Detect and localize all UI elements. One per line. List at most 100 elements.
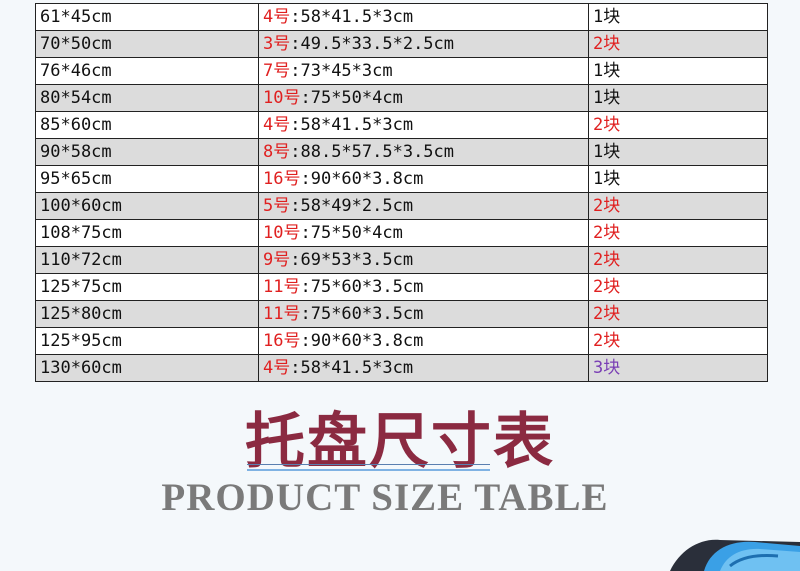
cell-product-size: 125*95cm xyxy=(35,327,259,355)
table-row: 100*60cm 5号:58*49*2.5cm 2块 xyxy=(35,192,768,220)
cell-pallet-spec: 4号:58*41.5*3cm xyxy=(258,354,589,382)
cell-quantity: 2块 xyxy=(588,246,768,274)
cell-quantity: 2块 xyxy=(588,111,768,139)
pallet-dimensions: :75*60*3.5cm xyxy=(300,277,424,297)
quantity-value: 1块 xyxy=(593,7,621,27)
table-row: 61*45cm 4号:58*41.5*3cm 1块 xyxy=(35,3,768,31)
cell-pallet-spec: 11号:75*60*3.5cm xyxy=(258,300,589,328)
pallet-number: 3号 xyxy=(263,34,291,54)
pallet-dimensions: :58*49*2.5cm xyxy=(290,196,414,216)
pallet-dimensions: :58*41.5*3cm xyxy=(290,7,414,27)
pallet-number: 16号 xyxy=(263,169,301,189)
cell-pallet-spec: 7号:73*45*3cm xyxy=(258,57,589,85)
cell-quantity: 1块 xyxy=(588,3,768,31)
cell-pallet-spec: 11号:75*60*3.5cm xyxy=(258,273,589,301)
cell-product-size: 125*75cm xyxy=(35,273,259,301)
title-underline-thin xyxy=(247,464,490,465)
pallet-dimensions: :49.5*33.5*2.5cm xyxy=(290,34,455,54)
pallet-dimensions: :75*60*3.5cm xyxy=(300,304,424,324)
quantity-value: 3块 xyxy=(593,358,621,378)
quantity-value: 2块 xyxy=(593,34,621,54)
cell-quantity: 2块 xyxy=(588,273,768,301)
quantity-value: 1块 xyxy=(593,61,621,81)
pallet-number: 10号 xyxy=(263,88,301,108)
table-row: 130*60cm 4号:58*41.5*3cm 3块 xyxy=(35,354,768,382)
cell-product-size: 76*46cm xyxy=(35,57,259,85)
cell-pallet-spec: 16号:90*60*3.8cm xyxy=(258,327,589,355)
cell-product-size: 100*60cm xyxy=(35,192,259,220)
table-row: 76*46cm 7号:73*45*3cm 1块 xyxy=(35,57,768,85)
pallet-dimensions: :69*53*3.5cm xyxy=(290,250,414,270)
quantity-value: 2块 xyxy=(593,304,621,324)
cell-pallet-spec: 10号:75*50*4cm xyxy=(258,84,589,112)
quantity-value: 1块 xyxy=(593,142,621,162)
pallet-dimensions: :88.5*57.5*3.5cm xyxy=(290,142,455,162)
quantity-value: 2块 xyxy=(593,331,621,351)
table-row: 95*65cm 16号:90*60*3.8cm 1块 xyxy=(35,165,768,193)
cell-product-size: 95*65cm xyxy=(35,165,259,193)
pallet-dimensions: :58*41.5*3cm xyxy=(290,358,414,378)
quantity-value: 2块 xyxy=(593,196,621,216)
table-row: 85*60cm 4号:58*41.5*3cm 2块 xyxy=(35,111,768,139)
pallet-number: 11号 xyxy=(263,277,301,297)
quantity-value: 1块 xyxy=(593,88,621,108)
table-row: 110*72cm 9号:69*53*3.5cm 2块 xyxy=(35,246,768,274)
cell-quantity: 2块 xyxy=(588,30,768,58)
cell-pallet-spec: 16号:90*60*3.8cm xyxy=(258,165,589,193)
cell-product-size: 130*60cm xyxy=(35,354,259,382)
cell-product-size: 85*60cm xyxy=(35,111,259,139)
pallet-dimensions: :73*45*3cm xyxy=(290,61,393,81)
pallet-number: 5号 xyxy=(263,196,291,216)
cell-pallet-spec: 8号:88.5*57.5*3.5cm xyxy=(258,138,589,166)
cell-product-size: 61*45cm xyxy=(35,3,259,31)
table-row: 125*95cm 16号:90*60*3.8cm 2块 xyxy=(35,327,768,355)
table-body: 61*45cm 4号:58*41.5*3cm 1块 70*50cm 3号:49.5*33… xyxy=(35,3,768,382)
cell-product-size: 70*50cm xyxy=(35,30,259,58)
pallet-number: 10号 xyxy=(263,223,301,243)
pallet-number: 4号 xyxy=(263,358,291,378)
pallet-dimensions: :90*60*3.8cm xyxy=(300,169,424,189)
pallet-size-table: 61*45cm 4号:58*41.5*3cm 1块 70*50cm 3号:49.5*33… xyxy=(35,3,768,382)
cell-pallet-spec: 4号:58*41.5*3cm xyxy=(258,3,589,31)
pallet-dimensions: :75*50*4cm xyxy=(300,88,403,108)
cell-product-size: 90*58cm xyxy=(35,138,259,166)
table-row: 125*80cm 11号:75*60*3.5cm 2块 xyxy=(35,300,768,328)
pallet-number: 11号 xyxy=(263,304,301,324)
pallet-dimensions: :58*41.5*3cm xyxy=(290,115,414,135)
cell-product-size: 80*54cm xyxy=(35,84,259,112)
cell-quantity: 2块 xyxy=(588,219,768,247)
cell-quantity: 2块 xyxy=(588,327,768,355)
cell-quantity: 2块 xyxy=(588,300,768,328)
quantity-value: 2块 xyxy=(593,223,621,243)
cell-pallet-spec: 4号:58*41.5*3cm xyxy=(258,111,589,139)
table-row: 90*58cm 8号:88.5*57.5*3.5cm 1块 xyxy=(35,138,768,166)
quantity-value: 2块 xyxy=(593,115,621,135)
pallet-number: 16号 xyxy=(263,331,301,351)
pallet-dimensions: :90*60*3.8cm xyxy=(300,331,424,351)
table-row: 108*75cm 10号:75*50*4cm 2块 xyxy=(35,219,768,247)
cell-product-size: 110*72cm xyxy=(35,246,259,274)
table-row: 80*54cm 10号:75*50*4cm 1块 xyxy=(35,84,768,112)
quantity-value: 2块 xyxy=(593,277,621,297)
table-row: 125*75cm 11号:75*60*3.5cm 2块 xyxy=(35,273,768,301)
pallet-number: 4号 xyxy=(263,115,291,135)
cell-pallet-spec: 10号:75*50*4cm xyxy=(258,219,589,247)
cell-quantity: 1块 xyxy=(588,138,768,166)
cell-pallet-spec: 5号:58*49*2.5cm xyxy=(258,192,589,220)
table-row: 70*50cm 3号:49.5*33.5*2.5cm 2块 xyxy=(35,30,768,58)
cell-product-size: 108*75cm xyxy=(35,219,259,247)
pallet-number: 7号 xyxy=(263,61,291,81)
pallet-number: 9号 xyxy=(263,250,291,270)
blue-product-corner-image xyxy=(660,520,800,571)
cell-quantity: 1块 xyxy=(588,57,768,85)
quantity-value: 1块 xyxy=(593,169,621,189)
title-chinese: 托盘尺寸表 xyxy=(245,407,555,477)
cell-quantity: 1块 xyxy=(588,165,768,193)
cell-product-size: 125*80cm xyxy=(35,300,259,328)
cell-quantity: 2块 xyxy=(588,192,768,220)
pallet-number: 4号 xyxy=(263,7,291,27)
quantity-value: 2块 xyxy=(593,250,621,270)
pallet-number: 8号 xyxy=(263,142,291,162)
cell-pallet-spec: 3号:49.5*33.5*2.5cm xyxy=(258,30,589,58)
cell-quantity: 3块 xyxy=(588,354,768,382)
